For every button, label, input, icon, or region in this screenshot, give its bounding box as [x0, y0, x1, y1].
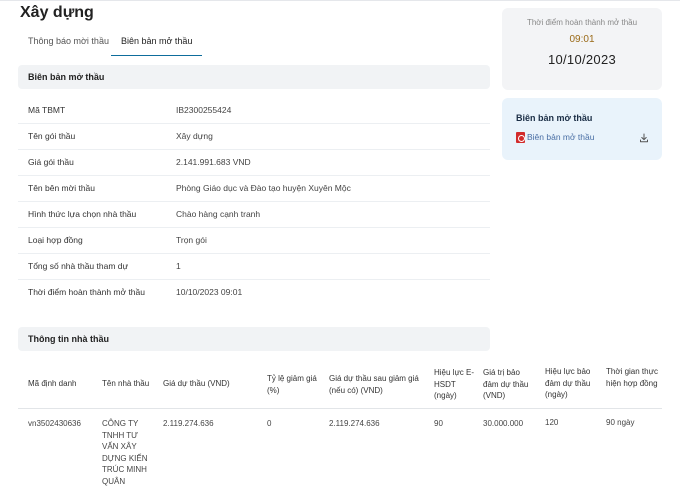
info-value: IB2300255424: [176, 105, 232, 115]
column-header-discount: Tỷ lệ giảm giá (%): [267, 374, 317, 395]
info-label: Loại hợp đồng: [28, 235, 83, 245]
info-row-package-price: Giá gói thầu 2.141.991.683 VND: [18, 150, 490, 176]
section-header-bidder-info: Thông tin nhà thầu: [18, 327, 490, 351]
info-row-selection-method: Hình thức lựa chọn nhà thầu Chào hàng cạ…: [18, 202, 490, 228]
column-header-name: Tên nhà thầu: [102, 379, 150, 388]
info-row-procuring-entity: Tên bên mời thầu Phòng Giáo dục và Đào t…: [18, 176, 490, 202]
info-label: Thời điểm hoàn thành mở thầu: [28, 287, 145, 297]
info-row-bidder-count: Tổng số nhà thầu tham dự 1: [18, 254, 490, 280]
cell-discount: 0: [267, 419, 272, 428]
cell-id: vn3502430636: [28, 419, 81, 428]
completion-time-card: Thời điểm hoàn thành mở thầu 09:01 10/10…: [502, 8, 662, 90]
tab-opening-record[interactable]: Biên bản mở thầu: [111, 30, 203, 56]
cell-duration: 90 ngày: [606, 418, 635, 427]
column-header-duration: Thời gian thực hiện hợp đồng: [606, 367, 658, 388]
info-row-contract-type: Loại hợp đồng Trọn gói: [18, 228, 490, 254]
info-value: Phòng Giáo dục và Đào tạo huyện Xuyên Mộ…: [176, 183, 351, 193]
cell-validity: 90: [434, 419, 443, 428]
bidder-table: Mã định danh Tên nhà thầu Giá dự thầu (V…: [18, 356, 528, 489]
column-header-guarantee-value: Giá trị bảo đảm dự thầu (VND): [483, 368, 529, 400]
column-header-price-after-discount: Giá dự thầu sau giảm giá (nếu có) (VND): [329, 374, 419, 395]
info-table: Mã TBMT IB2300255424 Tên gói thầu Xây dự…: [18, 98, 490, 306]
download-icon[interactable]: [639, 133, 649, 143]
info-value: Chào hàng cạnh tranh: [176, 209, 261, 219]
info-value: 2.141.991.683 VND: [176, 157, 251, 167]
info-row-completion-time: Thời điểm hoàn thành mở thầu 10/10/2023 …: [18, 280, 490, 306]
info-row-tbmt-code: Mã TBMT IB2300255424: [18, 98, 490, 124]
info-label: Mã TBMT: [28, 105, 66, 115]
info-label: Tổng số nhà thầu tham dự: [28, 261, 129, 271]
page-title: Xây dựng: [20, 4, 94, 21]
column-header-guarantee-validity: Hiệu lực bảo đảm dự thầu (ngày): [545, 367, 591, 399]
info-label: Tên gói thầu: [28, 131, 76, 141]
section-header-opening-record: Biên bản mở thầu: [18, 65, 490, 89]
cell-bid-price: 2.119.274.636: [163, 419, 214, 428]
table-header: Mã định danh Tên nhà thầu Giá dự thầu (V…: [18, 356, 528, 409]
column-header-id: Mã định danh: [28, 379, 77, 388]
column-header-bid-price: Giá dự thầu (VND): [163, 379, 230, 388]
record-file-label: Biên bản mở thầu: [527, 132, 595, 142]
info-value: Xây dựng: [176, 131, 213, 141]
completion-time: 09:01: [569, 34, 595, 45]
tab-bid-notice[interactable]: Thông báo mời thầu: [18, 30, 119, 56]
cell-guarantee-validity: 120: [545, 418, 559, 427]
info-label: Hình thức lựa chọn nhà thầu: [28, 209, 137, 219]
top-border: [0, 0, 680, 1]
record-file-link[interactable]: Biên bản mở thầu: [516, 131, 594, 143]
completion-date: 10/10/2023: [547, 52, 617, 67]
pdf-icon: [516, 131, 525, 143]
column-header-validity: Hiệu lực E-HSDT (ngày): [434, 368, 475, 400]
header-divider: [490, 408, 662, 409]
info-value: Trọn gói: [176, 235, 207, 245]
info-label: Giá gói thầu: [28, 157, 74, 167]
info-value: 10/10/2023 09:01: [176, 287, 243, 297]
cell-name: CÔNG TY TNHH TƯ VẤN XÂY DỰNG KIẾN TRÚC M…: [102, 419, 148, 486]
completion-time-label: Thời điểm hoàn thành mở thầu: [526, 18, 638, 27]
cell-price-after-discount: 2.119.274.636: [329, 419, 380, 428]
record-card-title: Biên bản mở thầu: [516, 113, 593, 123]
info-row-package-name: Tên gói thầu Xây dựng: [18, 124, 490, 150]
cell-guarantee-value: 30.000.000: [483, 419, 524, 428]
opening-record-card: Biên bản mở thầu Biên bản mở thầu: [502, 98, 662, 160]
tab-bar: Thông báo mời thầu Biên bản mở thầu: [18, 30, 490, 56]
table-row: vn3502430636 CÔNG TY TNHH TƯ VẤN XÂY DỰN…: [18, 409, 523, 489]
info-label: Tên bên mời thầu: [28, 183, 95, 193]
info-value: 1: [176, 261, 181, 271]
